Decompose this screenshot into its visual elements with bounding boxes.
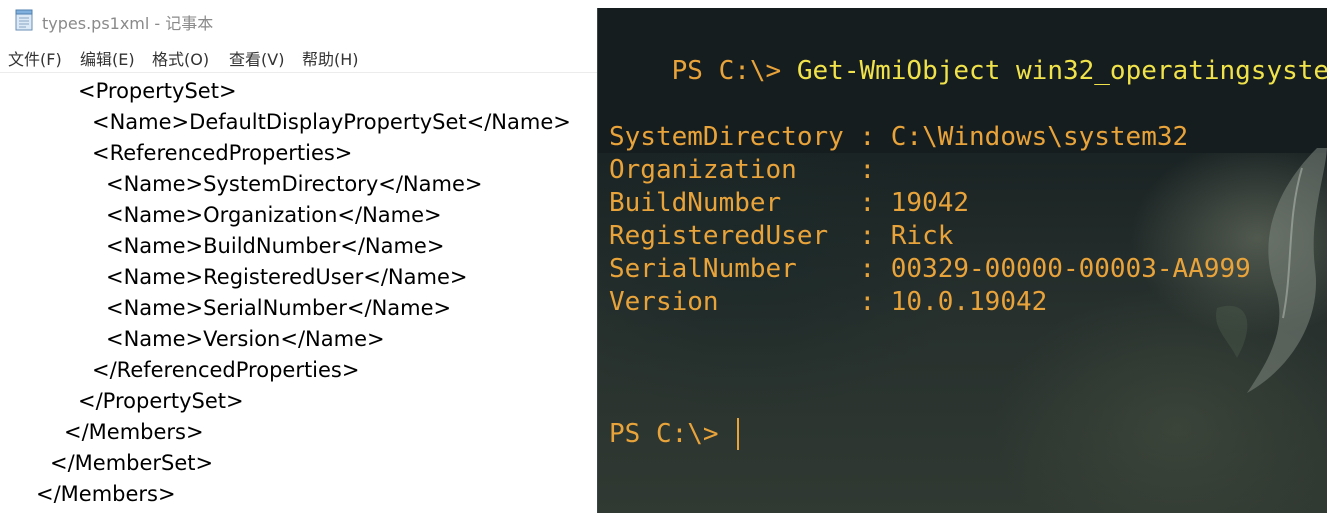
- menu-help[interactable]: 帮助(H): [302, 46, 359, 70]
- editor-line: </PropertySet>: [78, 389, 244, 413]
- editor-line: </ReferencedProperties>: [92, 358, 360, 382]
- output-line: BuildNumber : 19042: [609, 188, 970, 218]
- menu-format[interactable]: 格式(O): [152, 46, 209, 70]
- title-bar[interactable]: types.ps1xml - 记事本: [0, 0, 598, 40]
- window-title: types.ps1xml - 记事本: [42, 14, 214, 33]
- editor-line: <Name>Version</Name>: [106, 327, 385, 351]
- editor-line: </Members>: [64, 420, 204, 444]
- output-line: Version : 10.0.19042: [609, 287, 1048, 317]
- window-edge: [597, 8, 598, 513]
- editor-line: </Members>: [36, 482, 176, 506]
- output-line: SerialNumber : 00329-00000-00003-AA999: [609, 254, 1251, 284]
- editor-line: <Name>DefaultDisplayPropertySet</Name>: [92, 110, 571, 134]
- output-line: RegisteredUser : Rick: [609, 221, 954, 251]
- output-line: SystemDirectory : C:\Windows\system32: [609, 122, 1189, 152]
- terminal-window[interactable]: PS C:\> Get-WmiObject win32_operatingsys…: [597, 8, 1327, 513]
- editor-line: <Name>BuildNumber</Name>: [106, 234, 445, 258]
- output-line: Organization :: [609, 155, 876, 185]
- menu-file[interactable]: 文件(F): [8, 46, 62, 70]
- menu-edit[interactable]: 编辑(E): [80, 46, 135, 70]
- command-line: PS C:\> Get-WmiObject win32_operatingsys…: [609, 22, 1327, 121]
- editor-line: <Name>RegisteredUser</Name>: [106, 265, 468, 289]
- editor-line: <Name>Organization</Name>: [106, 203, 442, 227]
- command-text: Get-WmiObject win32_operatingsystem: [796, 56, 1327, 86]
- editor-line: <ReferencedProperties>: [92, 141, 353, 165]
- menu-view[interactable]: 查看(V): [229, 46, 284, 70]
- notepad-app-icon: [15, 9, 33, 31]
- prompt-text: PS C:\>: [671, 56, 782, 86]
- notepad-window: types.ps1xml - 记事本 文件(F) 编辑(E) 格式(O) 查看(…: [0, 0, 598, 513]
- editor-line: <Name>SystemDirectory</Name>: [106, 172, 483, 196]
- editor-line: <PropertySet>: [78, 79, 237, 103]
- text-editor[interactable]: <PropertySet> <Name>DefaultDisplayProper…: [0, 73, 598, 513]
- menu-bar: 文件(F) 编辑(E) 格式(O) 查看(V) 帮助(H): [0, 43, 598, 71]
- editor-line: <Name>SerialNumber</Name>: [106, 296, 452, 320]
- text-cursor: [737, 418, 739, 450]
- final-prompt: PS C:\>: [609, 419, 719, 449]
- editor-line: </MemberSet>: [50, 451, 214, 475]
